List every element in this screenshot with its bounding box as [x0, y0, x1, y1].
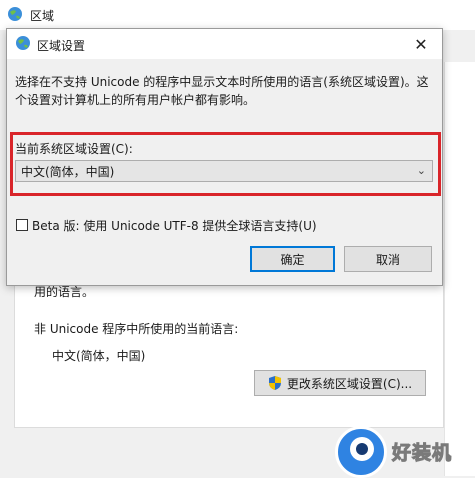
watermark-pupil [356, 443, 368, 455]
beta-utf8-label[interactable]: Beta 版: 使用 Unicode UTF-8 提供全球语言支持(U) [32, 217, 317, 234]
change-system-locale-label: 更改系统区域设置(C)... [286, 376, 413, 391]
system-locale-select[interactable]: 中文(简体，中国) ⌄ [15, 160, 433, 182]
current-language-value: 中文(简体，中国) [52, 349, 146, 363]
ok-button[interactable]: 确定 [250, 246, 335, 272]
background-window-title: 区域 [30, 9, 55, 23]
cancel-button[interactable]: 取消 [344, 246, 432, 272]
shield-icon [268, 376, 281, 390]
cancel-button-label: 取消 [375, 252, 400, 267]
dialog-titlebar: 区域设置 ✕ [7, 29, 442, 59]
locale-label: 当前系统区域设置(C): [15, 142, 133, 156]
dialog-description: 选择在不支持 Unicode 的程序中显示文本时所使用的语言(系统区域设置)。这… [15, 75, 429, 107]
close-icon: ✕ [414, 34, 428, 54]
background-window-titlebar: 区域 [0, 0, 475, 31]
region-settings-dialog: 区域设置 ✕ 选择在不支持 Unicode 的程序中显示文本时所使用的语言(系统… [6, 28, 443, 286]
watermark-text: 好装机 [391, 442, 453, 465]
dialog-title: 区域设置 [37, 39, 86, 53]
ok-button-label: 确定 [280, 252, 305, 267]
globe-icon [8, 7, 22, 21]
change-system-locale-button[interactable]: 更改系统区域设置(C)... [254, 370, 426, 396]
close-button[interactable]: ✕ [406, 31, 436, 57]
chevron-down-icon: ⌄ [416, 164, 426, 177]
beta-utf8-checkbox[interactable] [16, 219, 28, 231]
background-right-strip [444, 62, 475, 476]
non-unicode-label: 非 Unicode 程序中所使用的当前语言: [34, 322, 239, 336]
globe-icon [16, 36, 30, 50]
system-locale-value: 中文(简体，中国) [21, 164, 115, 179]
